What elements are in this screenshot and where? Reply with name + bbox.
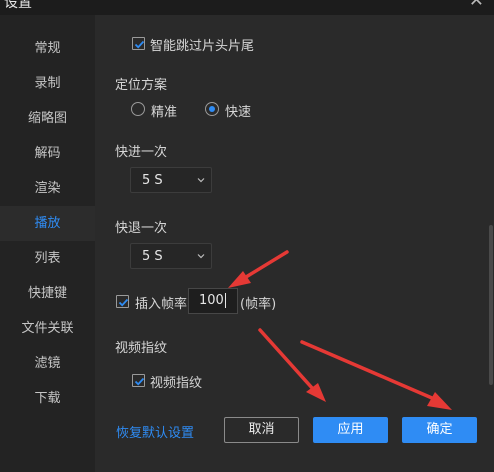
sidebar-item-filters[interactable]: 滤镜 [0,346,95,381]
fast-forward-value: 5 S [142,173,163,188]
check-icon [118,298,129,307]
sidebar-item-record[interactable]: 录制 [0,66,95,101]
rewind-value: 5 S [142,249,163,264]
interpolate-checkbox[interactable] [116,295,129,308]
fast-forward-select[interactable]: 5 S [130,167,212,193]
apply-button[interactable]: 应用 [313,417,388,443]
chevron-down-icon [197,178,205,183]
interpolate-label: 插入帧率 [135,297,188,312]
restore-defaults-link[interactable]: 恢复默认设置 [116,422,194,441]
sidebar-item-decode[interactable]: 解码 [0,136,95,171]
window-title: 设置 [4,0,32,11]
cancel-button[interactable]: 取消 [224,417,299,443]
frame-rate-input[interactable]: 100 [188,288,238,314]
text-caret [224,293,226,308]
settings-sidebar: 常规 录制 缩略图 解码 渲染 播放 列表 快捷键 文件关联 滤镜 下载 [0,15,95,472]
sidebar-item-download[interactable]: 下载 [0,381,95,416]
sidebar-item-list[interactable]: 列表 [0,241,95,276]
check-icon [134,377,145,386]
title-bar: 设置 ✕ [0,0,494,15]
sidebar-item-playback[interactable]: 播放 [0,206,95,241]
positioning-fast-label: 快速 [225,105,252,120]
content-scrollbar[interactable] [489,225,493,385]
sidebar-item-render[interactable]: 渲染 [0,171,95,206]
positioning-fast-radio[interactable] [205,102,219,116]
smart-skip-checkbox[interactable] [132,37,145,50]
frame-rate-unit: (帧率) [240,297,277,312]
fingerprint-label: 视频指纹 [150,376,203,391]
frame-rate-value: 100 [199,293,224,308]
fingerprint-heading: 视频指纹 [115,341,168,356]
positioning-precise-radio[interactable] [131,102,145,116]
sidebar-item-thumbnail[interactable]: 缩略图 [0,101,95,136]
sidebar-item-shortcuts[interactable]: 快捷键 [0,276,95,311]
fast-forward-heading: 快进一次 [115,145,168,160]
fingerprint-checkbox[interactable] [132,374,145,387]
sidebar-item-file-association[interactable]: 文件关联 [0,311,95,346]
smart-skip-label: 智能跳过片头片尾 [150,39,255,54]
sidebar-item-general[interactable]: 常规 [0,31,95,66]
settings-content: 智能跳过片头片尾 定位方案 精准 快速 快进一次 5 S 快退一次 5 S 插入… [95,15,494,472]
positioning-precise-label: 精准 [151,105,178,120]
rewind-heading: 快退一次 [115,221,168,236]
ok-button[interactable]: 确定 [402,417,477,443]
chevron-down-icon [197,254,205,259]
close-icon[interactable]: ✕ [469,0,484,11]
positioning-heading: 定位方案 [115,78,168,93]
check-icon [134,40,145,49]
rewind-select[interactable]: 5 S [130,243,212,269]
